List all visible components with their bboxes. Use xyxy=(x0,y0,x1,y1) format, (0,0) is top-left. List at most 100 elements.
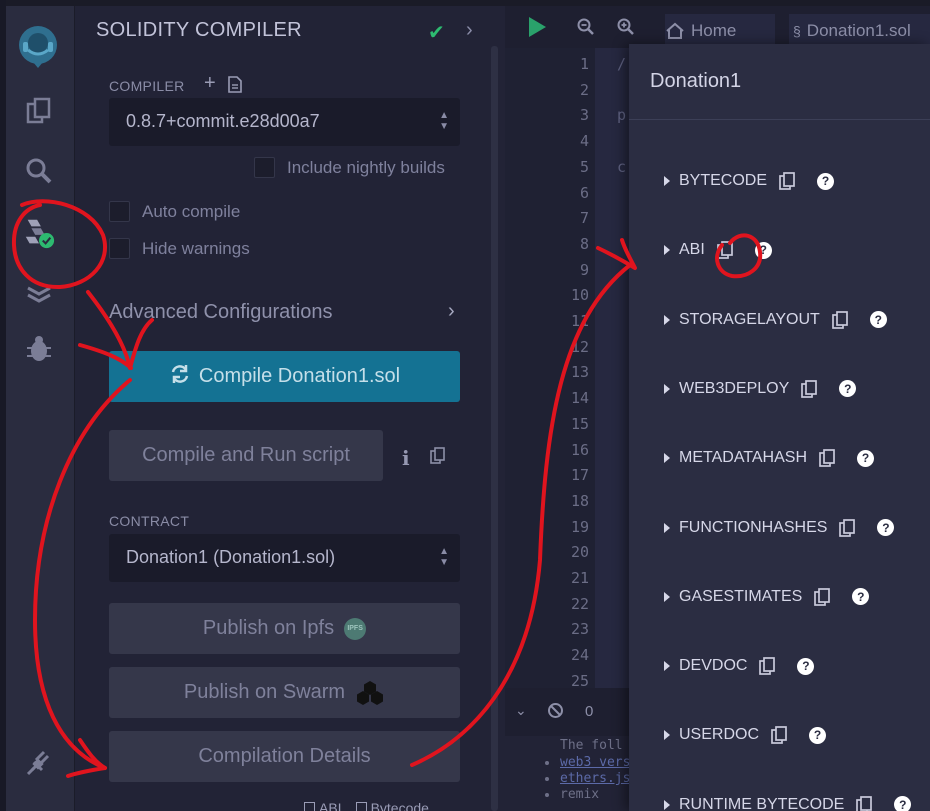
help-icon[interactable]: ? xyxy=(869,311,887,329)
caret-right-icon xyxy=(664,661,670,672)
details-row-label: GASESTIMATES xyxy=(679,587,803,605)
help-icon[interactable]: ? xyxy=(877,519,895,536)
compiler-label: COMPILER xyxy=(109,78,185,94)
ipfs-logo-icon: IPFS xyxy=(344,617,367,640)
hide-warnings-label: Hide warnings xyxy=(142,238,250,258)
pending-tx-count: 0 xyxy=(585,703,594,720)
info-icon[interactable]: i xyxy=(402,446,410,470)
copy-icon[interactable] xyxy=(831,310,848,329)
publish-ipfs-button[interactable]: Publish on Ipfs IPFS xyxy=(109,603,460,654)
debugger-icon[interactable] xyxy=(22,332,56,366)
solidity-file-icon: § xyxy=(793,23,801,39)
copy-icon[interactable] xyxy=(430,447,445,469)
copy-icon[interactable] xyxy=(819,449,835,468)
editor-toolbar: Home § Donation1.sol xyxy=(505,6,930,48)
plugin-manager-icon[interactable] xyxy=(22,746,56,780)
copy-icon[interactable] xyxy=(839,518,856,537)
tab-donation1[interactable]: § Donation1.sol xyxy=(789,14,930,48)
line-number: 16 xyxy=(570,440,589,459)
details-row-metadatahash[interactable]: METADATAHASH? xyxy=(664,449,875,468)
copy-icon[interactable] xyxy=(814,587,831,606)
details-row-label: DEVDOC xyxy=(679,657,748,675)
code-fragment: p xyxy=(617,106,627,124)
search-icon[interactable] xyxy=(22,154,56,188)
details-row-bytecode[interactable]: BYTECODE? xyxy=(664,172,835,190)
advanced-configurations-toggle[interactable]: Advanced Configurations xyxy=(109,301,332,324)
zoom-in-icon[interactable] xyxy=(617,18,635,41)
help-icon[interactable]: ? xyxy=(894,796,912,811)
details-row-runtime-bytecode[interactable]: RUNTIME BYTECODE? xyxy=(664,795,912,811)
auto-compile-row[interactable]: Auto compile xyxy=(109,201,240,222)
solidity-compiler-panel: SOLIDITY COMPILER ✔ › COMPILER + 0.8.7+c… xyxy=(76,6,498,811)
help-icon[interactable]: ? xyxy=(839,380,857,398)
line-number: 5 xyxy=(579,157,589,176)
details-row-devdoc[interactable]: DEVDOC? xyxy=(664,657,815,675)
hide-warnings-row[interactable]: Hide warnings xyxy=(109,238,250,259)
terminal-link[interactable]: web3 vers xyxy=(560,755,630,770)
remix-logo-icon[interactable] xyxy=(13,20,63,70)
chevron-right-icon[interactable]: › xyxy=(448,300,455,323)
add-compiler-icon[interactable]: + xyxy=(204,72,216,95)
copy-icon[interactable] xyxy=(801,380,818,398)
include-nightly-checkbox[interactable] xyxy=(254,157,275,178)
compile-button[interactable]: Compile Donation1.sol xyxy=(109,351,460,402)
contract-select[interactable]: Donation1 (Donation1.sol) ▲ ▼ xyxy=(109,534,460,582)
copy-icon[interactable] xyxy=(771,726,787,745)
copy-icon[interactable] xyxy=(716,241,733,260)
copy-icon[interactable] xyxy=(759,657,776,675)
details-row-abi[interactable]: ABI? xyxy=(664,241,772,260)
compilation-details-button[interactable]: Compilation Details xyxy=(109,731,460,782)
include-nightly-row[interactable]: Include nightly builds xyxy=(254,157,445,178)
solidity-compiler-icon[interactable] xyxy=(22,216,56,250)
bullet xyxy=(545,777,549,781)
auto-compile-checkbox[interactable] xyxy=(109,201,130,222)
terminal-link[interactable]: ethers.js xyxy=(560,771,630,786)
footer-copy-links: ABI Bytecode xyxy=(304,800,429,811)
tab-home[interactable]: Home xyxy=(665,14,775,48)
caret-right-icon xyxy=(664,383,670,394)
caret-right-icon xyxy=(664,245,670,256)
help-icon[interactable]: ? xyxy=(797,657,815,675)
help-icon[interactable]: ? xyxy=(809,726,827,744)
clear-console-icon[interactable] xyxy=(547,702,564,724)
publish-swarm-label: Publish on Swarm xyxy=(183,681,346,703)
hide-warnings-checkbox[interactable] xyxy=(109,238,130,259)
line-number: 7 xyxy=(579,209,589,228)
details-row-gasestimates[interactable]: GASESTIMATES? xyxy=(664,587,870,606)
details-row-userdoc[interactable]: USERDOC? xyxy=(664,726,827,745)
tab-home-label: Home xyxy=(691,21,737,40)
run-icon[interactable] xyxy=(527,16,547,43)
details-row-web3deploy[interactable]: WEB3DEPLOY? xyxy=(664,380,857,398)
copy-icon[interactable] xyxy=(779,172,795,190)
details-row-functionhashes[interactable]: FUNCTIONHASHES? xyxy=(664,518,895,537)
details-row-label: BYTECODE xyxy=(679,172,768,189)
copy-bytecode-link[interactable]: Bytecode xyxy=(355,800,429,811)
zoom-out-icon[interactable] xyxy=(577,18,595,41)
details-row-label: METADATAHASH xyxy=(679,449,808,467)
terminal-line: The foll xyxy=(560,738,623,753)
help-icon[interactable]: ? xyxy=(852,588,870,606)
file-explorer-icon[interactable] xyxy=(22,94,56,128)
help-icon[interactable]: ? xyxy=(857,449,875,467)
compiler-version-select[interactable]: 0.8.7+commit.e28d00a7 ▲ ▼ xyxy=(109,98,460,146)
help-icon[interactable]: ? xyxy=(817,172,835,190)
details-row-label: ABI xyxy=(679,241,705,259)
details-row-storagelayout[interactable]: STORAGELAYOUT? xyxy=(664,311,887,329)
copy-icon[interactable] xyxy=(856,795,873,811)
publish-swarm-button[interactable]: Publish on Swarm xyxy=(109,667,460,718)
copy-abi-link[interactable]: ABI xyxy=(304,800,342,811)
chevrons-down-icon[interactable]: ⌄ xyxy=(515,702,527,719)
details-row-label: RUNTIME BYTECODE xyxy=(679,795,845,811)
caret-right-icon xyxy=(664,522,670,533)
file-icon[interactable] xyxy=(228,76,242,98)
line-number: 1 xyxy=(579,55,589,73)
panel-scrollbar[interactable] xyxy=(491,46,498,811)
line-number: 10 xyxy=(570,286,589,305)
line-number: 19 xyxy=(570,517,589,536)
icon-rail xyxy=(0,6,75,811)
help-icon[interactable]: ? xyxy=(754,241,772,259)
chevron-right-icon[interactable]: › xyxy=(466,19,473,42)
contract-value: Donation1 (Donation1.sol) xyxy=(126,547,336,567)
deploy-run-icon[interactable] xyxy=(22,278,56,312)
compile-and-run-button[interactable]: Compile and Run script xyxy=(109,430,383,481)
